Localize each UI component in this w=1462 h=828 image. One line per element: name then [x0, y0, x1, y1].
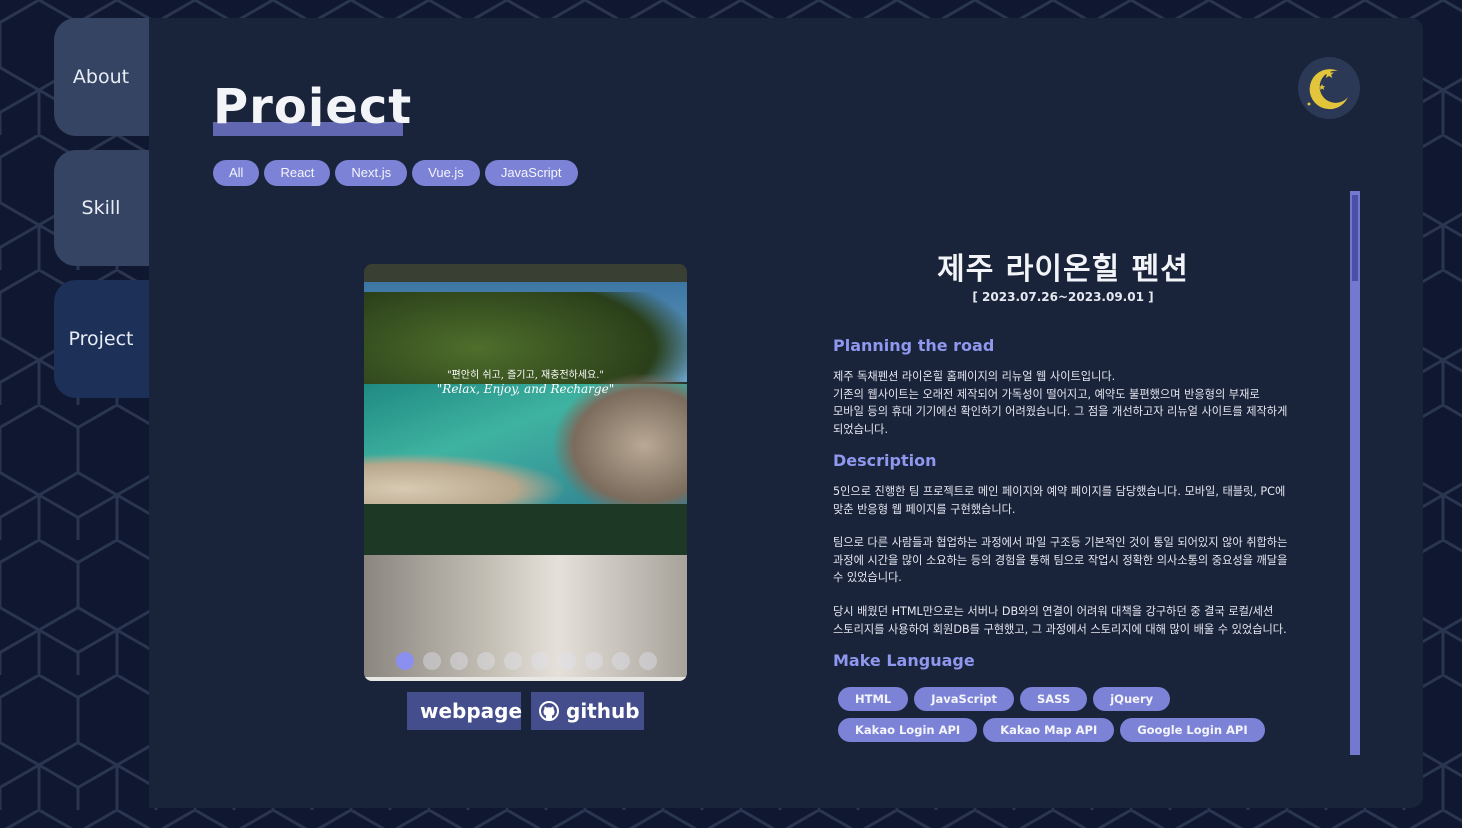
carousel-dot[interactable]	[639, 652, 657, 670]
section-text: 과정에 시간을 많이 소요하는 등의 경험을 통해 팀으로 작업시 정확한 의사…	[833, 553, 1288, 567]
page-title: Project	[213, 79, 413, 126]
section-text: 스토리지를 사용하여 회원DB를 구현했고, 그 과정에서 스토리지에 대해 많…	[833, 622, 1287, 636]
preview-tagline-ko: "편안히 쉬고, 즐기고, 재충전하세요."	[446, 370, 605, 381]
carousel-dot[interactable]	[477, 652, 495, 670]
carousel-dot[interactable]	[531, 652, 549, 670]
nav-tab-skill[interactable]: Skill	[54, 150, 164, 266]
section-text: 맞춘 반응형 웹 페이지를 구현했습니다.	[833, 502, 1016, 516]
carousel-dot[interactable]	[612, 652, 630, 670]
filter-chips: All React Next.js Vue.js JavaScript	[213, 160, 578, 186]
project-date: [ 2023.07.26~2023.09.01 ]	[972, 290, 1154, 304]
filter-all[interactable]: All	[213, 160, 260, 186]
carousel-dot[interactable]	[396, 652, 414, 670]
github-icon	[539, 701, 559, 721]
carousel-dot[interactable]	[504, 652, 522, 670]
language-chips: HTML JavaScript SASS jQuery Kakao Login …	[838, 687, 1288, 742]
preview-beach	[364, 454, 564, 504]
section-heading-description: Description	[833, 451, 937, 470]
detail-scrollbar[interactable]	[1350, 191, 1360, 755]
preview-tagline-en: "Relax, Enjoy, and Recharge"	[436, 382, 615, 396]
carousel-pagination	[396, 652, 657, 670]
preview-reservation-band	[364, 504, 687, 555]
filter-nextjs[interactable]: Next.js	[335, 160, 408, 186]
nav-tab-about-label: About	[72, 66, 130, 88]
project-title: 제주 라이온힐 펜션	[937, 252, 1189, 287]
filter-vuejs[interactable]: Vue.js	[412, 160, 480, 186]
filter-react[interactable]: React	[264, 160, 331, 186]
section-text: 수 있었습니다.	[833, 571, 902, 584]
language-chip: Google Login API	[1120, 718, 1265, 742]
language-chip: jQuery	[1093, 687, 1171, 711]
nav-tab-skill-label: Skill	[81, 197, 121, 219]
theme-toggle-button[interactable]	[1298, 57, 1360, 119]
preview-bottom-edge	[364, 677, 687, 681]
carousel-dot[interactable]	[450, 652, 468, 670]
language-chip: Kakao Login API	[838, 718, 978, 742]
section-heading-planning: Planning the road	[833, 336, 995, 355]
project-panel: Project All React Next.js Vue.js JavaScr…	[149, 18, 1423, 808]
project-detail: 제주 라이온힐 펜션 [ 2023.07.26~2023.09.01 ] Pla…	[833, 18, 1293, 808]
section-text: 당시 배웠던 HTML만으로는 서버나 DB와의 연결이 어려워 대책을 강구하…	[833, 605, 1274, 618]
language-chip: Kakao Map API	[983, 718, 1115, 742]
language-chip: HTML	[838, 687, 909, 711]
carousel-dot[interactable]	[558, 652, 576, 670]
section-text: 5인으로 진행한 팀 프로젝트로 메인 페이지와 예약 페이지를 담당했습니다.…	[833, 485, 1286, 498]
github-link-label: github	[566, 699, 640, 723]
language-chip: SASS	[1020, 687, 1088, 711]
carousel-dot[interactable]	[423, 652, 441, 670]
nav-tab-project[interactable]: Project	[54, 280, 164, 398]
filter-javascript[interactable]: JavaScript	[484, 160, 578, 186]
preview-site-navbar	[364, 264, 687, 282]
moon-icon	[1307, 69, 1348, 110]
section-text: 제주 독채펜션 라이온힐 홈페이지의 리뉴얼 웹 사이트입니다.	[833, 370, 1116, 383]
scrollbar-thumb[interactable]	[1352, 195, 1358, 281]
language-chip: JavaScript	[914, 687, 1014, 711]
section-text: 팀으로 다른 사람들과 협업하는 과정에서 파일 구조등 기본적인 것이 통일 …	[833, 536, 1288, 549]
section-heading-make-language: Make Language	[833, 651, 975, 670]
project-preview-carousel[interactable]: "편안히 쉬고, 즐기고, 재충전하세요." "Relax, Enjoy, an…	[364, 264, 687, 681]
nav-tab-project-label: Project	[68, 328, 134, 350]
github-link-button[interactable]: github	[531, 692, 644, 730]
section-text: 되었습니다.	[833, 422, 889, 436]
webpage-link-label: webpage	[420, 699, 523, 723]
carousel-dot[interactable]	[585, 652, 603, 670]
nav-tab-about[interactable]: About	[54, 18, 164, 136]
section-text: 모바일 등의 휴대 기기에선 확인하기 어려웠습니다. 그 점을 개선하고자 리…	[833, 405, 1288, 418]
webpage-link-button[interactable]: webpage	[407, 692, 523, 730]
section-text: 기존의 웹사이트는 오래전 제작되어 가독성이 떨어지고, 예약도 불편했으며 …	[833, 387, 1260, 401]
